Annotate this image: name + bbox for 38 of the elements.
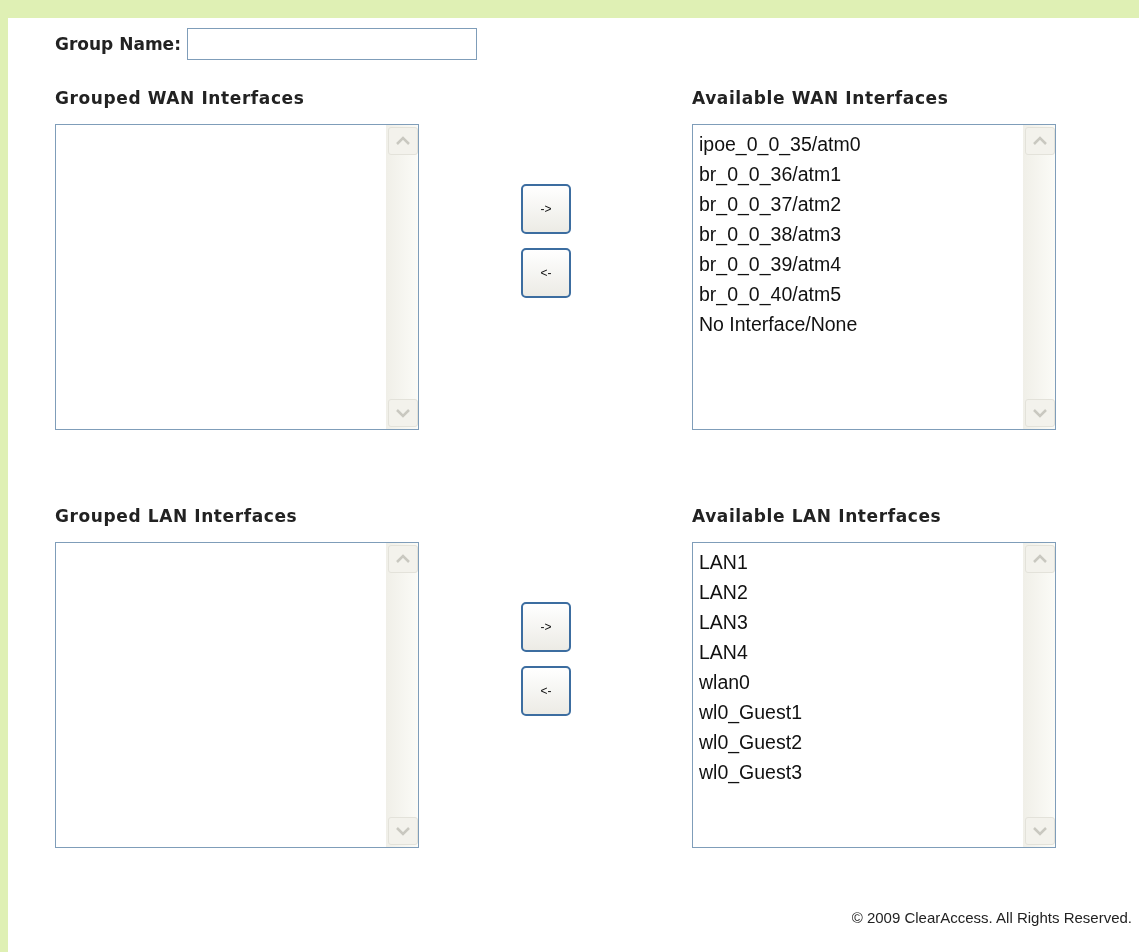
list-option[interactable]: wl0_Guest2	[699, 727, 1017, 757]
list-option[interactable]: wl0_Guest1	[699, 697, 1017, 727]
list-heading: Available LAN Interfaces	[692, 506, 943, 528]
list-option[interactable]: LAN4	[699, 637, 1017, 667]
scroll-down-icon[interactable]	[1025, 817, 1055, 845]
move-button[interactable]: <-	[521, 248, 571, 298]
scroll-up-icon[interactable]	[388, 127, 418, 155]
list-heading: Available WAN Interfaces	[692, 88, 950, 110]
move-button[interactable]: <-	[521, 666, 571, 716]
list-option[interactable]: br_0_0_40/atm5	[699, 279, 1017, 309]
list-option[interactable]: wlan0	[699, 667, 1017, 697]
copyright-text: © 2009 ClearAccess. All Rights Reserved.	[851, 909, 1132, 926]
scroll-down-icon[interactable]	[388, 399, 418, 427]
list-option[interactable]: LAN2	[699, 577, 1017, 607]
scroll-up-icon[interactable]	[1025, 545, 1055, 573]
list-box[interactable]	[55, 542, 419, 848]
list-option[interactable]: ipoe_0_0_35/atm0	[699, 129, 1017, 159]
list-option[interactable]: br_0_0_38/atm3	[699, 219, 1017, 249]
list-option[interactable]: LAN1	[699, 547, 1017, 577]
list-box[interactable]: LAN1 LAN2 LAN3 LAN4 wlan0 wl0_Guest1 wl0_Guest2 wl0_Guest3	[692, 542, 1056, 848]
list-option[interactable]: br_0_0_39/atm4	[699, 249, 1017, 279]
list-box[interactable]	[55, 124, 419, 430]
list-option[interactable]: LAN3	[699, 607, 1017, 637]
list-option[interactable]: wl0_Guest3	[699, 757, 1017, 787]
move-button[interactable]: ->	[521, 184, 571, 234]
group-name-field[interactable]	[186, 28, 477, 60]
list-box[interactable]: ipoe_0_0_35/atm0 br_0_0_36/atm1 br_0_0_37/atm2 br_0_0_38/atm3 br_0_0_39/atm4 br_0_0_40/atm5 No Interface/None	[692, 124, 1056, 430]
move-button[interactable]: ->	[521, 602, 571, 652]
list-heading: Grouped WAN Interfaces	[55, 88, 306, 110]
list-heading: Grouped LAN Interfaces	[55, 506, 299, 528]
scroll-up-icon[interactable]	[388, 545, 418, 573]
list-option[interactable]: br_0_0_36/atm1	[699, 159, 1017, 189]
field-label: Group Name:	[55, 34, 181, 54]
list-option[interactable]: No Interface/None	[699, 309, 1017, 339]
scroll-down-icon[interactable]	[1025, 399, 1055, 427]
list-option[interactable]: br_0_0_37/atm2	[699, 189, 1017, 219]
scroll-down-icon[interactable]	[388, 817, 418, 845]
scroll-up-icon[interactable]	[1025, 127, 1055, 155]
